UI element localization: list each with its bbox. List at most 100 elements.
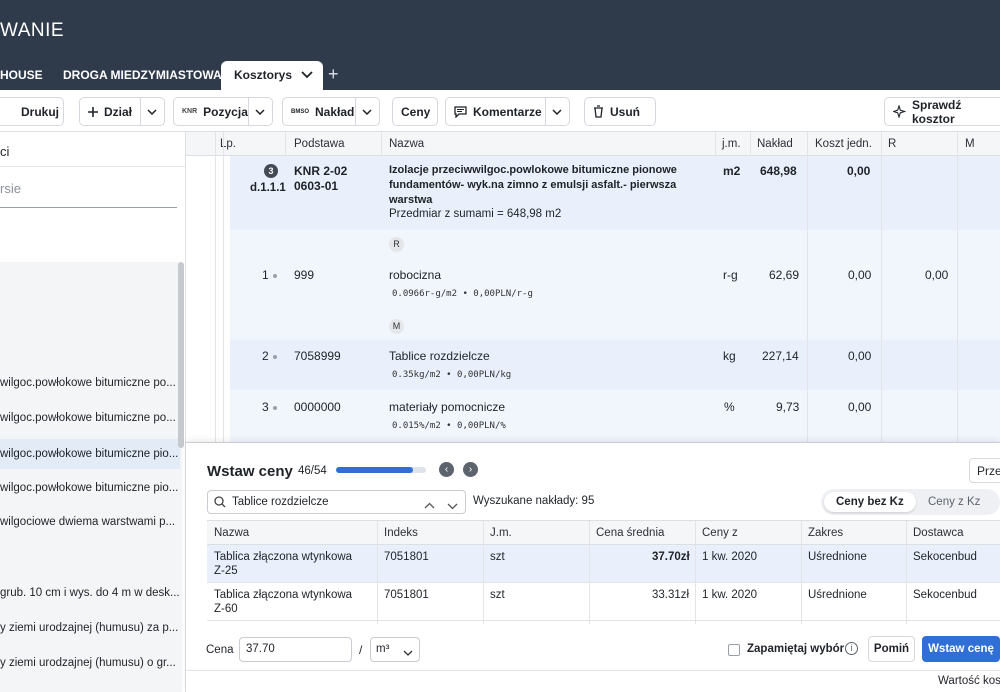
row-unit: %: [724, 400, 735, 414]
list-item[interactable]: wilgoc.powłokowe bitumiczne pio...: [0, 482, 180, 494]
row-base[interactable]: 7058999: [294, 349, 341, 363]
prices-button[interactable]: Ceny: [392, 97, 438, 126]
position-name-line3[interactable]: warstwa: [389, 194, 432, 206]
unit-value: m³: [376, 643, 390, 655]
toggle-with-kz[interactable]: Ceny z Kz: [916, 492, 992, 512]
position-name-line2[interactable]: fundamentów- wyk.na zimno z emulsji asfa…: [389, 179, 676, 191]
col-indeks[interactable]: Indeks: [384, 527, 418, 539]
add-tab-icon[interactable]: +: [328, 64, 339, 84]
col-zakres[interactable]: Zakres: [808, 527, 843, 539]
position-base-line2[interactable]: 0603-01: [294, 179, 338, 193]
row-formula: 0.015%/m2 • 0,00PLN/%: [392, 421, 506, 431]
remember-checkbox[interactable]: [728, 644, 740, 656]
next-icon[interactable]: ›: [463, 462, 478, 477]
row-cost[interactable]: 0,00: [848, 349, 871, 363]
row-name[interactable]: materiały pomocnicze: [389, 400, 505, 414]
row-name[interactable]: Tablice rozdzielcze: [389, 349, 490, 363]
row-name[interactable]: robocizna: [389, 268, 441, 282]
unit-select[interactable]: m³: [370, 637, 420, 662]
list-item[interactable]: wilgoc.powłokowe bitumiczne po...: [0, 377, 180, 389]
info-icon[interactable]: i: [845, 642, 858, 655]
col-r[interactable]: R: [888, 138, 896, 150]
left-panel: ci rsie wilgoc.powłokowe bitumiczne po..…: [0, 132, 186, 692]
list-item[interactable]: y ziemi urodzajnej (humusu) za p...: [0, 622, 180, 634]
row-cost[interactable]: 0,00: [848, 400, 871, 414]
prev-icon[interactable]: ‹: [439, 462, 454, 477]
tab-house[interactable]: HOUSE: [0, 61, 43, 90]
price-table: Nazwa Indeks J.m. Cena średnia Ceny z Za…: [207, 520, 1000, 624]
chevron-down-icon[interactable]: [248, 98, 271, 125]
position-quantity: Przedmiar z sumami = 648,98 m2: [389, 208, 562, 220]
toggle-without-kz[interactable]: Ceny bez Kz: [824, 492, 916, 512]
list-item[interactable]: wilgociowe dwiema warstwami p...: [0, 516, 180, 528]
delete-button[interactable]: Usuń: [584, 97, 656, 126]
tab-kosztorys[interactable]: Kosztorys: [221, 61, 324, 90]
row-naklad[interactable]: 62,69: [769, 268, 799, 282]
position-base-line1[interactable]: KNR 2-02: [294, 164, 347, 178]
chevron-down-icon[interactable]: [545, 98, 568, 125]
insert-price-button[interactable]: Wstaw cenę: [922, 636, 1000, 662]
col-nazwa[interactable]: Nazwa: [214, 527, 249, 539]
position-unit: m2: [723, 164, 741, 178]
left-panel-title: ci: [0, 144, 10, 159]
list-item[interactable]: y ziemi urodzajnej (humusu) o gr...: [0, 657, 180, 669]
table-row[interactable]: Tablica złączona wtynkowa Z-60 7051801 s…: [207, 583, 1000, 621]
panel-title: Wstaw ceny: [207, 463, 293, 480]
search-icon: [214, 496, 226, 511]
add-position-button[interactable]: KNR Pozycja: [173, 97, 273, 126]
chevron-up-icon[interactable]: [424, 498, 435, 512]
row-naklad[interactable]: 9,73: [776, 400, 799, 414]
check-estimate-button[interactable]: Sprawdź kosztor: [884, 97, 1000, 126]
row-cost[interactable]: 0,00: [848, 268, 871, 282]
prze-button[interactable]: Prze: [969, 458, 1000, 483]
cell-ceny-z: 1 kw. 2020: [702, 551, 757, 563]
comments-label: Komentarze: [473, 104, 542, 119]
row-naklad[interactable]: 227,14: [762, 349, 799, 363]
progress-counter: 46/54: [298, 465, 327, 477]
delete-label: Usuń: [610, 104, 640, 119]
col-naklad[interactable]: Nakład: [757, 138, 793, 150]
add-expenditure-button[interactable]: BM SO Nakład: [282, 97, 380, 126]
plus-icon: [88, 106, 98, 117]
col-nazwa[interactable]: Nazwa: [389, 138, 424, 150]
divider: [377, 521, 378, 624]
list-item[interactable]: wilgoc.powłokowe bitumiczne po...: [0, 412, 180, 424]
comments-button[interactable]: Komentarze: [445, 97, 570, 126]
col-ceny-z[interactable]: Ceny z: [702, 527, 738, 539]
position-cost[interactable]: 0,00: [847, 164, 870, 178]
col-podstawa[interactable]: Podstawa: [294, 138, 345, 150]
position-name-line1[interactable]: Izolacje przeciwwilgoc.powlokowe bitumic…: [389, 164, 677, 176]
row-base[interactable]: 999: [294, 268, 314, 282]
scrollbar[interactable]: [178, 262, 184, 448]
sparkle-icon: [893, 105, 906, 118]
cell-nazwa: Z-25: [214, 565, 238, 577]
col-dostawca[interactable]: Dostawca: [913, 527, 964, 539]
comment-icon: [454, 105, 467, 118]
chevron-down-icon[interactable]: [301, 61, 313, 90]
col-jm[interactable]: J.m.: [490, 527, 512, 539]
price-search-input[interactable]: Tablice rozdzielcze: [207, 490, 466, 514]
col-jm[interactable]: j.m.: [722, 138, 741, 150]
price-input[interactable]: 37.70: [239, 637, 352, 662]
prices-label: Ceny: [401, 104, 431, 119]
remember-label[interactable]: Zapamiętaj wybór: [747, 643, 844, 655]
left-search-input[interactable]: rsie: [0, 181, 21, 196]
chevron-down-icon[interactable]: [140, 98, 163, 125]
skip-button[interactable]: Pomiń: [868, 636, 915, 662]
chevron-down-icon[interactable]: [355, 98, 378, 125]
divider: [381, 132, 382, 156]
col-cena-srednia[interactable]: Cena średnia: [596, 527, 664, 539]
add-section-button[interactable]: Dział: [79, 97, 165, 126]
list-item[interactable]: wilgoc.powłokowe bitumiczne pio...: [0, 439, 180, 469]
chevron-down-icon[interactable]: [447, 499, 458, 513]
col-koszt[interactable]: Koszt jedn.: [815, 138, 872, 150]
tab-droga-miedzymiastowa[interactable]: DROGA MIEDZYMIASTOWA: [63, 61, 222, 90]
row-lp: 1: [262, 268, 277, 282]
expenditure-block-bg: [230, 230, 1000, 442]
col-m[interactable]: M: [965, 138, 975, 150]
list-item[interactable]: grub. 10 cm i wys. do 4 m w desk...: [0, 587, 180, 599]
print-button[interactable]: Drukuj: [0, 97, 64, 126]
row-base[interactable]: 0000000: [294, 400, 341, 414]
table-row[interactable]: Tablica złączona wtynkowa Z-25 7051801 s…: [207, 545, 1000, 583]
position-naklad[interactable]: 648,98: [760, 164, 797, 178]
